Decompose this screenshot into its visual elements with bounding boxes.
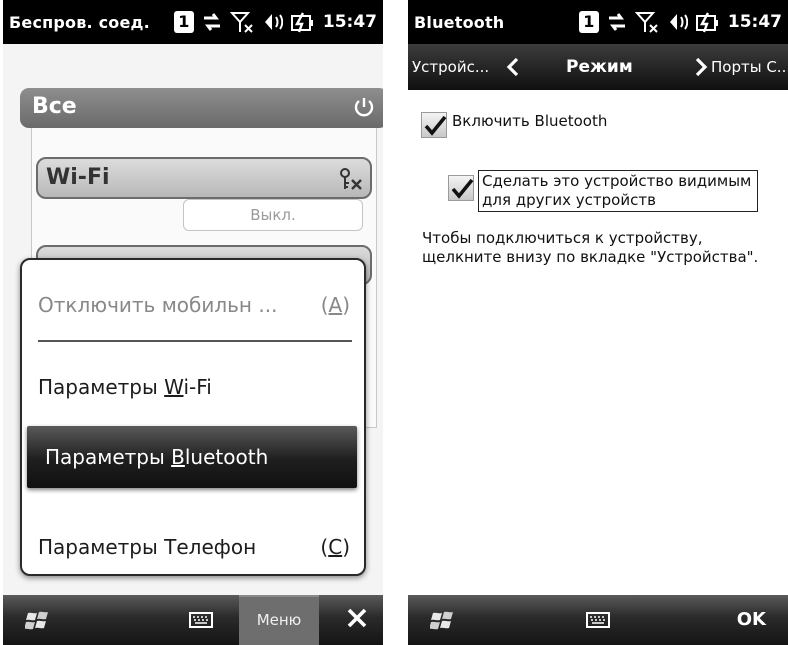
menu-shortcut: (A)	[320, 293, 350, 317]
windows-start-icon[interactable]	[24, 609, 51, 637]
ok-button[interactable]: OK	[737, 609, 766, 630]
wifi-label: Wi-Fi	[46, 165, 110, 190]
all-section-label: Все	[32, 94, 77, 119]
menu-button[interactable]: Меню	[239, 595, 319, 645]
enable-bluetooth-checkbox-row[interactable]: Включить Bluetooth	[421, 112, 607, 138]
power-icon[interactable]	[352, 96, 376, 124]
volume-icon	[261, 11, 283, 33]
status-time: 15:47	[727, 12, 782, 32]
menu-item-wifi-settings[interactable]: Параметры Wi-Fi	[22, 356, 364, 418]
wifi-toggle[interactable]: Выкл.	[183, 199, 363, 231]
menu-item-bluetooth-settings[interactable]: Параметры Bluetooth	[27, 426, 357, 488]
chevron-left-icon[interactable]	[506, 57, 520, 81]
keyboard-icon[interactable]	[189, 612, 213, 632]
battery-charging-icon	[290, 11, 314, 33]
keyboard-icon[interactable]	[586, 612, 610, 632]
battery-charging-icon	[695, 11, 719, 33]
tab-bar: Устройс... Режим Порты С...	[408, 44, 788, 90]
info-text: Чтобы подключиться к устройству, щелкнит…	[422, 229, 759, 266]
status-icons: 1 15:47	[173, 9, 377, 35]
menu-shortcut: (C)	[320, 535, 350, 559]
wifi-card-header[interactable]: Wi-Fi	[36, 157, 372, 199]
all-section-header[interactable]: Все	[20, 88, 383, 128]
context-menu: Отключить мобильн ... (A) Параметры Wi-F…	[20, 258, 366, 576]
chevron-right-icon[interactable]	[694, 57, 708, 81]
menu-item-disable-mobile: Отключить мобильн ... (A)	[22, 274, 364, 336]
status-time: 15:47	[322, 12, 377, 32]
status-bar: Bluetooth 1 15:47	[408, 0, 788, 44]
no-signal-icon	[634, 10, 659, 34]
make-visible-checkbox[interactable]	[448, 175, 474, 201]
data-transfer-icon	[201, 11, 223, 33]
sim-icon: 1	[173, 11, 194, 33]
make-visible-label: Сделать это устройство видимым для други…	[478, 170, 758, 212]
bluetooth-settings-screen: Bluetooth 1 15:47 Устройс... Режим Порты…	[408, 0, 788, 645]
status-title: Bluetooth	[414, 13, 505, 32]
close-icon[interactable]	[343, 604, 371, 636]
status-title: Беспров. соед.	[9, 13, 150, 32]
status-icons: 1 15:47	[578, 9, 782, 35]
menu-separator	[38, 340, 352, 342]
enable-bluetooth-label: Включить Bluetooth	[452, 112, 608, 130]
bottom-bar: OK	[408, 595, 788, 645]
wifi-disabled-icon	[336, 166, 364, 196]
make-visible-checkbox-row[interactable]: Сделать это устройство видимым для други…	[448, 170, 758, 212]
bottom-bar: Меню	[3, 595, 383, 645]
sim-icon: 1	[578, 11, 599, 33]
no-signal-icon	[229, 10, 254, 34]
enable-bluetooth-checkbox[interactable]	[421, 112, 447, 138]
status-bar: Беспров. соед. 1 15:47	[3, 0, 383, 44]
menu-item-phone-settings[interactable]: Параметры Телефон (C)	[22, 516, 364, 574]
tab-mode[interactable]: Режим	[566, 57, 633, 77]
tab-com-ports[interactable]: Порты С...	[711, 58, 788, 76]
tab-devices[interactable]: Устройс...	[412, 58, 489, 76]
data-transfer-icon	[606, 11, 628, 33]
windows-start-icon[interactable]	[429, 609, 456, 637]
volume-icon	[666, 11, 688, 33]
wireless-connections-screen: Беспров. соед. 1 15:47 Все Wi-Fi Выкл. О…	[3, 0, 383, 645]
